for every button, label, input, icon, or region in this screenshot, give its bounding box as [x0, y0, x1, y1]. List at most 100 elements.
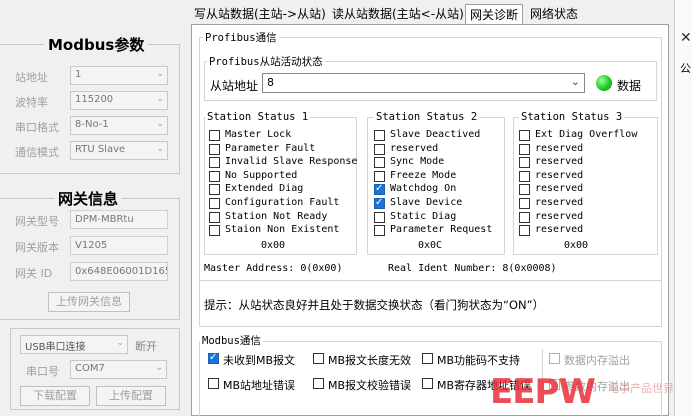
serial-format-select[interactable]: 8-No-1 ⌄ [70, 116, 168, 135]
station-status-3-item-label: reserved [535, 197, 584, 208]
station-status-1-item-label: Parameter Fault [225, 142, 316, 154]
station-status-2-item-label: reserved [390, 142, 439, 154]
baud-rate-select[interactable]: 115200 ⌄ [70, 91, 168, 110]
station-status-2-item-checkbox[interactable] [374, 197, 385, 209]
station-status-3-item-checkbox[interactable] [519, 143, 530, 155]
serial-format-label: 串口格式 [15, 121, 59, 134]
comm-mode-select[interactable]: RTU Slave ⌄ [70, 141, 168, 160]
chevron-down-icon: ⌄ [156, 119, 164, 129]
station-status-3-item-checkbox[interactable] [519, 170, 530, 182]
data-memory-overflow-checkbox[interactable] [549, 353, 560, 364]
station-status-2-item-label: Static Diag [390, 210, 457, 222]
tab-write-slave-data[interactable]: 写从站数据(主站->从站) [190, 4, 330, 24]
disconnect-button[interactable]: 断开 [135, 338, 157, 354]
tab-gateway-diagnosis[interactable]: 网关诊断 [465, 4, 524, 25]
comm-mode-label: 通信模式 [15, 146, 59, 159]
gateway-id-value: 0x648E06001D1657 [70, 262, 168, 281]
station-status-2-item-checkbox[interactable] [374, 211, 385, 223]
station-status-1-item-checkbox[interactable] [209, 157, 220, 169]
close-icon[interactable]: ✕ [680, 30, 692, 46]
modbus-error-checkbox[interactable] [208, 352, 219, 364]
station-status-1-hex: 0x00 [261, 240, 286, 251]
station-status-2-item-checkbox[interactable] [374, 157, 385, 169]
com-port-label: 串口号 [26, 365, 59, 378]
modbus-error-checkbox[interactable] [313, 378, 324, 389]
status-hint-text: 提示：从站状态良好并且处于数据交换状态（看门狗状态为“ON”） [204, 298, 545, 312]
slave-address-select[interactable]: 8 ⌄ [262, 73, 585, 93]
station-status-3-item-checkbox[interactable] [519, 130, 530, 141]
profibus-active-title: Profibus从站活动状态 [207, 54, 325, 69]
station-status-3-item-checkbox[interactable] [519, 225, 530, 237]
station-status-3-item-checkbox[interactable] [519, 211, 530, 223]
station-status-1-item-checkbox[interactable] [209, 130, 220, 141]
chevron-down-icon: ⌄ [156, 144, 164, 154]
modbus-error-checkbox[interactable] [422, 353, 433, 364]
station-status-3-title: Station Status 3 [519, 111, 625, 123]
chevron-down-icon: ⌄ [570, 75, 580, 88]
station-status-1-item-label: Extended Diag [225, 183, 304, 195]
watermark-subtitle: 电子产品世界 [608, 382, 674, 395]
station-address-select[interactable]: 1 ⌄ [70, 66, 168, 85]
station-status-2-item-label: Freeze Mode [390, 169, 457, 181]
station-status-1-item-label: Invalid Slave Response [225, 156, 358, 168]
station-status-2-item-checkbox[interactable] [374, 225, 385, 237]
com-port-select[interactable]: COM7 ⌄ [70, 360, 167, 379]
station-status-3-item-checkbox[interactable] [519, 198, 530, 209]
station-status-1-item-checkbox[interactable] [209, 184, 220, 196]
station-status-3-item-label: reserved [535, 224, 584, 236]
data-memory-overflow-label: 数据内存溢出 [564, 354, 630, 367]
station-status-1-item-label: Configuration Fault [225, 197, 340, 208]
upload-gateway-info-button[interactable]: 上传网关信息 [48, 292, 130, 312]
station-status-2-hex: 0x0C [418, 240, 443, 251]
edge-glyph: 公 [680, 62, 691, 75]
station-status-2-item-checkbox[interactable] [374, 170, 385, 182]
tab-read-slave-data[interactable]: 读从站数据(主站<-从站) [328, 4, 468, 24]
chevron-down-icon: ⌄ [156, 69, 164, 79]
modbus-error-checkbox[interactable] [208, 378, 219, 389]
modbus-params-title: Modbus参数 [44, 34, 149, 55]
station-status-2-item-label: Parameter Request [390, 224, 493, 236]
modbus-error-checkbox[interactable] [422, 378, 433, 389]
station-status-1-item-checkbox[interactable] [209, 170, 220, 182]
baud-rate-label: 波特率 [15, 96, 48, 109]
station-status-3-item-checkbox[interactable] [519, 157, 530, 169]
diagnosis-panel: Profibus通信 Profibus从站活动状态 从站地址 8 ⌄ 数据 St… [191, 24, 669, 416]
station-status-2-item-label: Slave Deactived [390, 129, 481, 140]
modbus-comm-title: Modbus通信 [200, 333, 263, 348]
station-status-2-item-checkbox[interactable] [374, 143, 385, 155]
station-status-3-hex: 0x00 [564, 240, 589, 251]
port-type-select[interactable]: USB串口连接 ⌄ [20, 335, 128, 354]
station-status-3-item-label: reserved [535, 169, 584, 181]
real-ident-number-text: Real Ident Number: 8(0x0008) [388, 263, 557, 274]
tab-network-status[interactable]: 网络状态 [526, 4, 582, 24]
gateway-model-value: DPM-MBRtu [70, 210, 168, 229]
station-status-2-item-label: Sync Mode [390, 156, 445, 168]
profibus-group-title: Profibus通信 [203, 30, 279, 45]
gateway-model-label: 网关型号 [15, 215, 59, 228]
station-status-3-item-label: reserved [535, 183, 584, 195]
gateway-version-value: V1205 [70, 236, 168, 255]
download-config-button[interactable]: 下载配置 [20, 386, 90, 406]
station-status-2-item-checkbox[interactable] [374, 183, 385, 196]
upload-config-button[interactable]: 上传配置 [96, 386, 166, 406]
modbus-error-checkbox[interactable] [313, 353, 324, 364]
chevron-down-icon: ⌄ [155, 363, 163, 373]
station-status-3-item-label: reserved [535, 210, 584, 222]
station-status-3-item-label: Ext Diag Overflow [535, 129, 638, 140]
data-status-led-icon [596, 75, 612, 91]
slave-address-label: 从站地址 [210, 79, 259, 93]
station-status-2-item-checkbox[interactable] [374, 130, 385, 141]
modbus-error-label: MB报文长度无效 [328, 354, 412, 367]
chevron-down-icon: ⌄ [116, 338, 124, 348]
station-status-2-item-label: Slave Device [390, 197, 463, 208]
station-status-3-item-checkbox[interactable] [519, 184, 530, 196]
station-status-1-item-checkbox[interactable] [209, 211, 220, 223]
chevron-down-icon: ⌄ [156, 94, 164, 104]
station-status-1-item-checkbox[interactable] [209, 225, 220, 237]
station-status-1-item-checkbox[interactable] [209, 143, 220, 155]
station-status-1-item-checkbox[interactable] [209, 198, 220, 209]
divider [199, 280, 662, 281]
station-status-1-item-label: Master Lock [225, 129, 292, 140]
data-status-label: 数据 [617, 79, 642, 93]
modbus-error-label: MB报文校验错误 [328, 379, 412, 392]
